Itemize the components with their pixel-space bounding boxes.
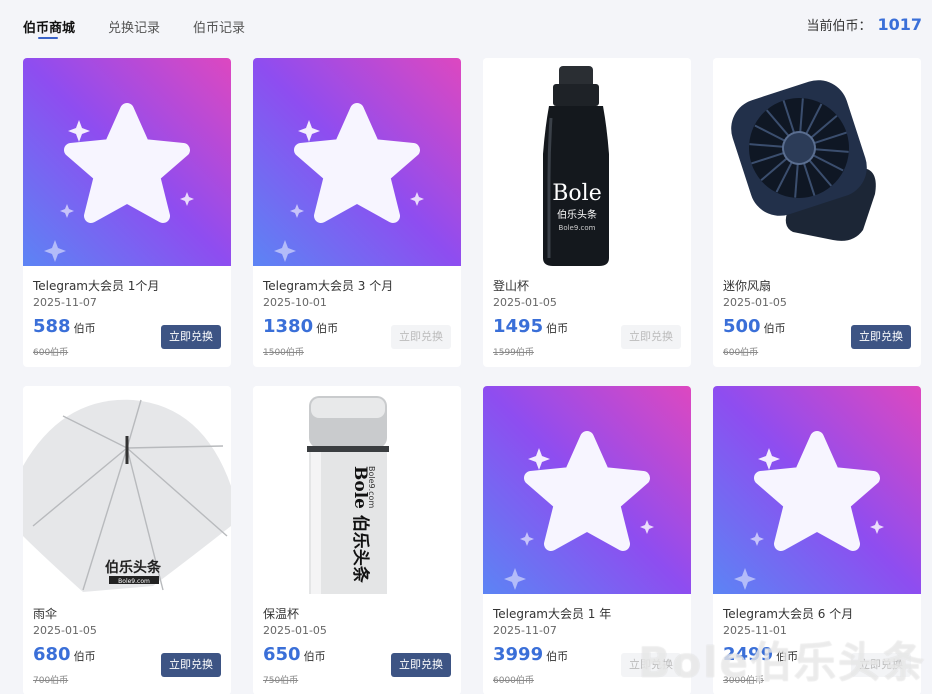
redeem-button[interactable]: 立即兑换 bbox=[161, 653, 221, 677]
product-price: 650 伯币 bbox=[263, 644, 326, 665]
product-title: Telegram大会员 3 个月 bbox=[263, 279, 394, 293]
redeem-button[interactable]: 立即兑换 bbox=[391, 653, 451, 677]
product-title: 雨伞 bbox=[33, 607, 58, 621]
product-price: 2499 伯币 bbox=[723, 644, 798, 665]
coin-balance: 当前伯币： 1017 bbox=[806, 15, 922, 34]
price-value: 500 bbox=[723, 316, 761, 337]
tab-exchange-records[interactable]: 兑换记录 bbox=[108, 17, 160, 36]
original-price: 700伯币 bbox=[33, 676, 69, 686]
redeem-button[interactable]: 立即兑换 bbox=[621, 325, 681, 349]
product-card[interactable]: Telegram大会员 6 个月 2025-11-01 2499 伯币 3000… bbox=[713, 386, 921, 694]
redeem-button[interactable]: 立即兑换 bbox=[851, 653, 911, 677]
top-bar: 伯币商城 兑换记录 伯币记录 当前伯币： 1017 bbox=[0, 0, 932, 50]
price-unit: 伯币 bbox=[73, 650, 96, 663]
telegram-star-image bbox=[483, 386, 691, 594]
umbrella-url-text: Bole9.com bbox=[118, 578, 150, 585]
price-value: 3999 bbox=[493, 644, 544, 665]
product-card[interactable]: Telegram大会员 1个月 2025-11-07 588 伯币 600伯币 … bbox=[23, 58, 231, 367]
product-title: Telegram大会员 6 个月 bbox=[723, 607, 854, 621]
umbrella-brand-text: 伯乐头条 bbox=[105, 559, 162, 576]
redeem-button[interactable]: 立即兑换 bbox=[621, 653, 681, 677]
product-date: 2025-11-07 bbox=[493, 624, 557, 637]
product-price: 1495 伯币 bbox=[493, 316, 568, 337]
redeem-button[interactable]: 立即兑换 bbox=[161, 325, 221, 349]
umbrella-image: 伯乐头条 Bole9.com bbox=[23, 386, 231, 594]
price-unit: 伯币 bbox=[73, 322, 96, 335]
price-value: 1495 bbox=[493, 316, 544, 337]
product-date: 2025-01-05 bbox=[723, 296, 787, 309]
product-date: 2025-10-01 bbox=[263, 296, 327, 309]
product-price: 1380 伯币 bbox=[263, 316, 338, 337]
product-date: 2025-11-07 bbox=[33, 296, 97, 309]
balance-label: 当前伯币： bbox=[806, 19, 872, 34]
product-card[interactable]: 伯乐头条 Bole9.com 雨伞 2025-01-05 680 伯币 700伯… bbox=[23, 386, 231, 694]
product-card[interactable]: 迷你风扇 2025-01-05 500 伯币 600伯币 立即兑换 bbox=[713, 58, 921, 367]
price-value: 1380 bbox=[263, 316, 314, 337]
original-price: 600伯币 bbox=[723, 348, 759, 358]
tab-coin-records[interactable]: 伯币记录 bbox=[193, 17, 245, 36]
price-unit: 伯币 bbox=[303, 650, 326, 663]
bottle-url-text: Bole9.com bbox=[559, 224, 596, 232]
tab-shop[interactable]: 伯币商城 bbox=[23, 17, 75, 39]
original-price: 6000伯币 bbox=[493, 676, 534, 686]
original-price: 600伯币 bbox=[33, 348, 69, 358]
product-price: 588 伯币 bbox=[33, 316, 96, 337]
product-title: 迷你风扇 bbox=[723, 279, 772, 293]
original-price: 1500伯币 bbox=[263, 348, 304, 358]
price-unit: 伯币 bbox=[316, 322, 339, 335]
original-price: 1599伯币 bbox=[493, 348, 534, 358]
product-card[interactable]: Bole 伯乐头条 Bole9.com 登山杯 2025-01-05 1495 … bbox=[483, 58, 691, 367]
product-price: 3999 伯币 bbox=[493, 644, 568, 665]
product-price: 680 伯币 bbox=[33, 644, 96, 665]
product-date: 2025-11-01 bbox=[723, 624, 787, 637]
price-value: 2499 bbox=[723, 644, 774, 665]
telegram-star-image bbox=[253, 58, 461, 266]
original-price: 3000伯币 bbox=[723, 676, 764, 686]
redeem-button[interactable]: 立即兑换 bbox=[851, 325, 911, 349]
thermos-url-text: Bole9.com bbox=[367, 466, 376, 508]
original-price: 750伯币 bbox=[263, 676, 299, 686]
product-date: 2025-01-05 bbox=[263, 624, 327, 637]
bottle-brand-text: Bole bbox=[552, 181, 601, 206]
price-unit: 伯币 bbox=[546, 650, 569, 663]
product-card[interactable]: Telegram大会员 1 年 2025-11-07 3999 伯币 6000伯… bbox=[483, 386, 691, 694]
telegram-star-image bbox=[713, 386, 921, 594]
product-title: Telegram大会员 1 年 bbox=[493, 607, 612, 621]
product-title: 保温杯 bbox=[263, 607, 300, 621]
redeem-button[interactable]: 立即兑换 bbox=[391, 325, 451, 349]
bottle-image: Bole 伯乐头条 Bole9.com bbox=[483, 58, 691, 266]
price-unit: 伯币 bbox=[776, 650, 799, 663]
price-unit: 伯币 bbox=[763, 322, 786, 335]
thermos-cup-image: Bole 伯乐头条 Bole9.com bbox=[253, 386, 461, 594]
price-unit: 伯币 bbox=[546, 322, 569, 335]
fan-image bbox=[713, 58, 921, 266]
product-price: 500 伯币 bbox=[723, 316, 786, 337]
price-value: 650 bbox=[263, 644, 301, 665]
product-date: 2025-01-05 bbox=[33, 624, 97, 637]
product-card[interactable]: Telegram大会员 3 个月 2025-10-01 1380 伯币 1500… bbox=[253, 58, 461, 367]
bottle-brand-cn-text: 伯乐头条 bbox=[557, 208, 597, 221]
product-date: 2025-01-05 bbox=[493, 296, 557, 309]
price-value: 680 bbox=[33, 644, 71, 665]
product-title: Telegram大会员 1个月 bbox=[33, 279, 160, 293]
telegram-star-image bbox=[23, 58, 231, 266]
product-title: 登山杯 bbox=[493, 279, 530, 293]
balance-value: 1017 bbox=[877, 15, 922, 34]
product-card[interactable]: Bole 伯乐头条 Bole9.com 保温杯 2025-01-05 650 伯… bbox=[253, 386, 461, 694]
price-value: 588 bbox=[33, 316, 71, 337]
